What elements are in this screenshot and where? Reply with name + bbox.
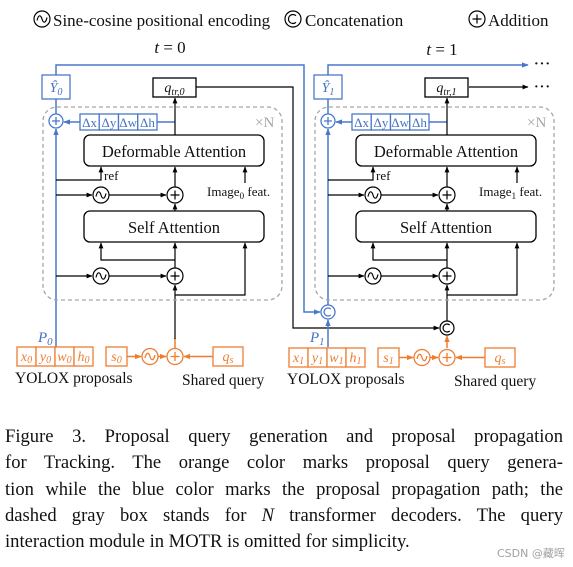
concatenation-icon	[439, 320, 455, 336]
sine-wave-icon	[364, 267, 382, 285]
yolox-proposal-cells: x1 y1 w1 h1	[288, 347, 366, 368]
proposal-propagation-diagram: Sine-cosine positional encoding Concaten…	[15, 10, 555, 390]
delta-h: Δh	[412, 115, 427, 130]
caption-line: Figure 3. Proposal query generation and …	[5, 426, 563, 447]
caption-text: dashed gray box stands for	[5, 504, 262, 526]
addition-icon	[438, 267, 456, 285]
sine-wave-icon	[33, 10, 51, 28]
caption-line: for Tracking. The orange color marks pro…	[5, 452, 563, 474]
time-label: t = 0	[154, 38, 185, 57]
continuation-ellipsis-black: ···	[534, 80, 551, 95]
legend-label-sine: Sine-cosine positional encoding	[53, 11, 271, 30]
yolox-proposals-caption: YOLOX proposals	[15, 370, 133, 387]
legend-label-concatenation: Concatenation	[305, 11, 404, 30]
addition-icon	[166, 267, 184, 285]
repeat-label: ×N	[255, 115, 274, 131]
caption-text: transformer decoders. The query	[273, 504, 563, 526]
self-attention-label: Self Attention	[400, 218, 492, 237]
caption-line: dashed gray box stands for N transformer…	[5, 503, 563, 529]
ref-line	[328, 166, 376, 181]
proposal-label: P0	[37, 330, 53, 348]
self-attention-q-line	[370, 242, 447, 261]
addition-icon	[166, 347, 184, 366]
image-feat-label: Image0 feat.	[207, 184, 270, 202]
watermark: CSDN @藏晖	[497, 547, 565, 560]
delta-w: Δw	[119, 115, 137, 130]
sine-wave-icon	[92, 267, 110, 285]
addition-icon	[320, 113, 336, 129]
sine-wave-icon	[92, 186, 110, 204]
legend: Sine-cosine positional encoding Concaten…	[33, 10, 549, 30]
addition-icon	[468, 10, 486, 28]
delta-w: Δw	[391, 115, 409, 130]
addition-icon	[438, 186, 456, 204]
delta-y: Δy	[101, 115, 116, 130]
deformable-attention-label: Deformable Attention	[102, 142, 246, 161]
ref-line	[56, 166, 104, 181]
panel-t0: t = 0 ×N Ŷ0 qtr,0 Δx Δy Δw Δh Deformable…	[15, 38, 283, 389]
caption-line: interaction module in MOTR is omitted fo…	[5, 531, 410, 553]
deformable-attention-label: Deformable Attention	[374, 142, 518, 161]
self-attention-q-line	[98, 242, 175, 261]
addition-icon	[48, 113, 64, 129]
continuation-ellipsis-blue: ···	[534, 57, 551, 72]
shared-query-caption: Shared query	[182, 372, 264, 389]
addition-icon	[438, 348, 456, 367]
yolox-proposal-cells: x0 y0 w0 h0	[16, 346, 94, 367]
delta-x: Δx	[82, 115, 97, 130]
sine-wave-icon	[364, 186, 382, 204]
yolox-proposals-caption: YOLOX proposals	[287, 371, 405, 388]
self-attention-label: Self Attention	[128, 218, 220, 237]
image-feat-label: Image1 feat.	[479, 184, 542, 202]
self-attention-v-line	[175, 242, 248, 296]
self-attention-v-line	[447, 242, 520, 296]
delta-y: Δy	[373, 115, 388, 130]
ref-label: ref	[104, 168, 119, 183]
proposal-label: P1	[309, 330, 325, 348]
figure-caption: Figure 3. Proposal query generation and …	[5, 424, 563, 555]
sine-wave-icon	[141, 347, 159, 366]
sine-wave-icon	[413, 348, 431, 367]
delta-h: Δh	[140, 115, 155, 130]
repeat-label: ×N	[527, 115, 546, 131]
concatenation-icon	[320, 304, 336, 320]
box-deltas: Δx Δy Δw Δh	[351, 113, 430, 131]
panel-t1: t = 1 ×N Ŷ1 qtr,1 Δx Δy Δw Δh Deformable…	[287, 40, 555, 390]
y-hat-1-output-line	[327, 62, 529, 75]
delta-x: Δx	[354, 115, 369, 130]
ref-label: ref	[376, 168, 391, 183]
addition-icon	[166, 186, 184, 204]
propagation-routes: ··· ···	[53, 57, 551, 348]
box-deltas: Δx Δy Δw Δh	[79, 113, 158, 131]
caption-line: tion while the blue color marks the prop…	[5, 478, 563, 500]
legend-label-addition: Addition	[488, 11, 549, 30]
time-label: t = 1	[426, 40, 457, 59]
caption-variable-n: N	[261, 504, 274, 526]
shared-query-caption: Shared query	[454, 373, 536, 390]
concatenation-icon	[284, 10, 302, 28]
